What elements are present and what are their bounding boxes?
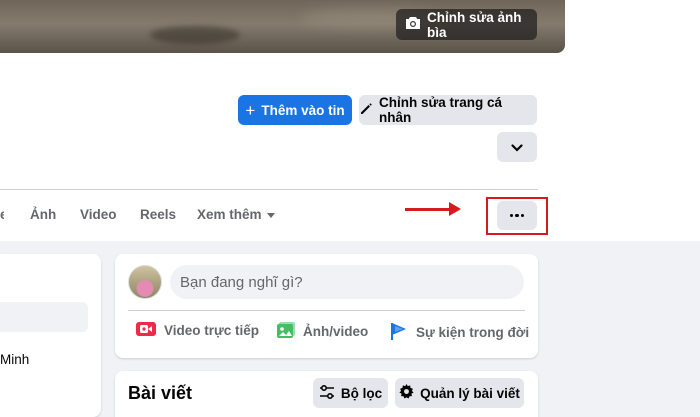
edit-cover-label: Chỉnh sửa ảnh bìa: [427, 9, 522, 40]
gear-icon: [399, 384, 414, 402]
composer-divider: [128, 310, 525, 311]
tabs-divider: [0, 189, 538, 190]
intro-card: [0, 254, 101, 417]
edit-profile-button[interactable]: Chỉnh sửa trang cá nhân: [359, 95, 537, 125]
photo-video-label: Ảnh/video: [303, 324, 369, 339]
edit-profile-label: Chỉnh sửa trang cá nhân: [379, 95, 503, 125]
pencil-icon: [359, 102, 373, 119]
tab-reels[interactable]: Reels: [140, 207, 176, 222]
tab-see-more[interactable]: Xem thêm: [197, 207, 275, 222]
filter-button[interactable]: Bộ lọc: [313, 378, 388, 408]
photo-video-button[interactable]: Ảnh/video: [276, 321, 368, 342]
live-video-icon: [135, 321, 157, 340]
caret-down-icon: [266, 212, 275, 218]
flag-icon: [389, 321, 409, 344]
edit-cover-button[interactable]: Chỉnh sửa ảnh bìa: [396, 9, 537, 40]
intro-partial-text: Minh: [0, 352, 30, 367]
annotation-highlight-box: [486, 197, 548, 235]
add-to-story-button[interactable]: + Thêm vào tin: [238, 95, 352, 125]
expand-profile-button[interactable]: [497, 132, 537, 162]
tab-photos[interactable]: Ảnh: [30, 207, 56, 222]
composer-placeholder: Bạn đang nghĩ gì?: [180, 273, 303, 291]
photo-icon: [276, 321, 296, 342]
chevron-down-icon: [511, 140, 523, 155]
annotation-arrow-head: [449, 202, 461, 216]
filter-label: Bộ lọc: [340, 385, 383, 401]
intro-field[interactable]: [0, 302, 88, 332]
tab-partial[interactable]: e: [0, 207, 4, 222]
camera-icon: [405, 16, 421, 33]
whats-on-your-mind-input[interactable]: Bạn đang nghĩ gì?: [170, 265, 524, 299]
filter-sliders-icon: [319, 384, 335, 402]
see-more-label: Xem thêm: [197, 207, 262, 222]
live-video-button[interactable]: Video trực tiếp: [135, 321, 259, 340]
posts-title: Bài viết: [128, 383, 193, 403]
manage-posts-label: Quản lý bài viết: [420, 385, 520, 401]
avatar[interactable]: [128, 265, 162, 299]
plus-icon: +: [245, 100, 256, 120]
manage-posts-button[interactable]: Quản lý bài viết: [395, 378, 524, 408]
live-video-label: Video trực tiếp: [164, 323, 260, 338]
tab-videos[interactable]: Video: [80, 207, 117, 222]
cover-photo: Chỉnh sửa ảnh bìa: [0, 0, 565, 53]
life-event-button[interactable]: Sự kiện trong đời: [389, 321, 529, 344]
add-to-story-label: Thêm vào tin: [261, 102, 345, 118]
life-event-label: Sự kiện trong đời: [416, 325, 530, 340]
